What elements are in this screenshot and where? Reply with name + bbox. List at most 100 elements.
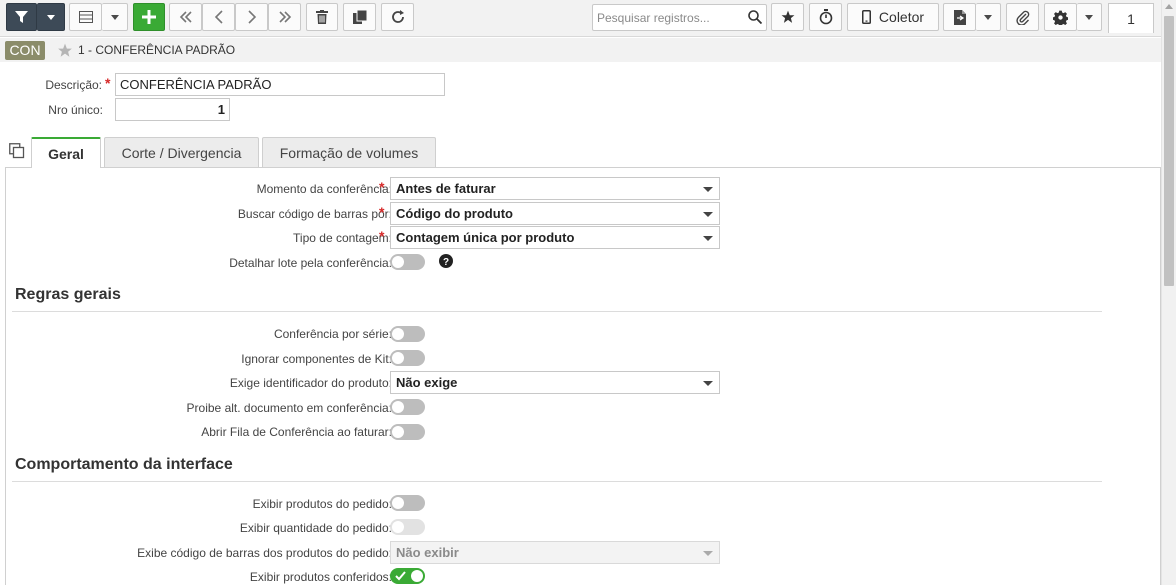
momento-label: Momento da conferência: bbox=[256, 182, 392, 196]
dropdown-arrow-icon bbox=[703, 212, 713, 217]
detalhar-label: Detalhar lote pela conferência: bbox=[229, 256, 392, 270]
filter-button[interactable] bbox=[6, 3, 37, 31]
toggle-knob bbox=[392, 328, 404, 340]
settings-dropdown-button[interactable] bbox=[1077, 3, 1102, 31]
toggle-knob bbox=[392, 426, 404, 438]
chevron-down-icon bbox=[110, 14, 119, 20]
tab-geral[interactable]: Geral bbox=[31, 137, 101, 168]
exibe-cod-barras-label: Exibe código de barras dos produtos do p… bbox=[137, 546, 392, 560]
exibe-cod-barras-select: Não exibir bbox=[390, 541, 720, 564]
coletor-button[interactable]: Coletor bbox=[847, 3, 939, 31]
timer-button[interactable] bbox=[809, 3, 842, 31]
next-record-icon bbox=[247, 10, 256, 24]
proibe-alt-toggle[interactable] bbox=[390, 399, 425, 415]
grid-view-button[interactable] bbox=[69, 3, 102, 31]
document-button[interactable] bbox=[943, 3, 976, 31]
entity-badge: CON bbox=[5, 40, 45, 60]
dropdown-arrow-icon bbox=[703, 187, 713, 192]
add-record-button[interactable] bbox=[133, 3, 165, 31]
paperclip-icon bbox=[1015, 10, 1029, 25]
chevron-down-icon bbox=[984, 14, 992, 20]
record-title: 1 - CONFERÊNCIA PADRÃO bbox=[78, 43, 236, 57]
conf-serie-toggle[interactable] bbox=[390, 326, 425, 342]
dropdown-arrow-icon bbox=[703, 551, 713, 556]
required-marker: * bbox=[105, 75, 111, 91]
document-dropdown-button[interactable] bbox=[976, 3, 1001, 31]
scroll-up-arrow-icon[interactable] bbox=[1165, 4, 1173, 9]
tipo-label: Tipo de contagem: bbox=[293, 231, 392, 245]
exibir-qtd-pedido-toggle bbox=[390, 519, 425, 535]
abrir-fila-toggle[interactable] bbox=[390, 424, 425, 440]
toggle-knob bbox=[392, 256, 404, 268]
attachment-button[interactable] bbox=[1006, 3, 1039, 31]
ignorar-kit-toggle[interactable] bbox=[390, 350, 425, 366]
toggle-knob bbox=[392, 521, 404, 533]
momento-select[interactable]: Antes de faturar bbox=[390, 177, 720, 200]
proibe-alt-label: Proibe alt. documento em conferência: bbox=[186, 401, 392, 415]
duplicate-button[interactable] bbox=[343, 3, 376, 31]
nro-unico-field[interactable] bbox=[115, 98, 230, 121]
buscar-select[interactable]: Código do produto bbox=[390, 202, 720, 225]
required-marker: * bbox=[379, 179, 385, 195]
refresh-button[interactable] bbox=[381, 3, 414, 31]
settings-button[interactable] bbox=[1044, 3, 1077, 31]
vertical-scrollbar[interactable] bbox=[1161, 0, 1176, 585]
exibir-qtd-pedido-label: Exibir quantidade do pedido: bbox=[239, 521, 392, 535]
app-window: Coletor 1 CON 1 - CONFERÊNCIA PADRÃO Des… bbox=[0, 0, 1176, 585]
filter-dropdown-button[interactable] bbox=[37, 3, 65, 31]
abrir-fila-label: Abrir Fila de Conferência ao faturar: bbox=[201, 425, 392, 439]
coletor-label: Coletor bbox=[878, 9, 925, 25]
search-icon[interactable] bbox=[748, 10, 762, 24]
trash-icon bbox=[316, 10, 328, 24]
search-box bbox=[592, 4, 767, 31]
scrollbar-thumb[interactable] bbox=[1164, 16, 1174, 286]
first-record-button[interactable] bbox=[169, 3, 202, 31]
last-record-button[interactable] bbox=[268, 3, 301, 31]
grid-dropdown-button[interactable] bbox=[102, 3, 128, 31]
exige-id-select[interactable]: Não exige bbox=[390, 371, 720, 394]
tab-corte-divergencia[interactable]: Corte / Divergencia bbox=[104, 137, 259, 167]
chevron-down-icon bbox=[46, 14, 55, 20]
previous-record-button[interactable] bbox=[202, 3, 235, 31]
copy-record-icon bbox=[352, 10, 367, 24]
first-record-icon bbox=[179, 11, 192, 23]
exibir-conferidos-toggle[interactable] bbox=[390, 568, 425, 584]
document-icon bbox=[953, 9, 966, 25]
svg-text:?: ? bbox=[443, 257, 449, 268]
page-number[interactable]: 1 bbox=[1108, 3, 1154, 33]
toggle-knob bbox=[392, 401, 404, 413]
star-icon bbox=[781, 10, 794, 23]
section-divider bbox=[12, 481, 1102, 482]
required-marker: * bbox=[379, 204, 385, 220]
detalhar-toggle[interactable] bbox=[390, 254, 425, 270]
refresh-icon bbox=[391, 10, 404, 23]
exibir-prod-pedido-toggle[interactable] bbox=[390, 495, 425, 511]
copy-icon[interactable] bbox=[9, 143, 25, 159]
search-input[interactable] bbox=[593, 5, 743, 30]
phone-icon bbox=[861, 10, 871, 24]
favorite-star-icon[interactable] bbox=[57, 43, 73, 58]
exige-id-label: Exige identificador do produto: bbox=[229, 376, 392, 390]
dropdown-arrow-icon bbox=[703, 236, 713, 241]
chevron-down-icon bbox=[1085, 14, 1093, 20]
descricao-field[interactable] bbox=[115, 73, 445, 96]
favorite-button[interactable] bbox=[771, 3, 804, 31]
tab-formacao-volumes[interactable]: Formação de volumes bbox=[262, 137, 436, 167]
nro-unico-label: Nro único: bbox=[48, 103, 103, 117]
timer-icon bbox=[819, 9, 832, 25]
grid-icon bbox=[78, 11, 93, 23]
gear-icon bbox=[1053, 10, 1068, 25]
filter-icon bbox=[15, 10, 28, 23]
tipo-value: Contagem única por produto bbox=[396, 230, 575, 245]
momento-value: Antes de faturar bbox=[396, 181, 496, 196]
tipo-select[interactable]: Contagem única por produto bbox=[390, 226, 720, 249]
section-title-comportamento: Comportamento da interface bbox=[15, 456, 233, 473]
section-title-regras-gerais: Regras gerais bbox=[15, 286, 121, 303]
record-title-bar: CON 1 - CONFERÊNCIA PADRÃO bbox=[0, 38, 1161, 62]
help-icon[interactable]: ? bbox=[439, 254, 453, 268]
exibir-prod-pedido-label: Exibir produtos do pedido: bbox=[252, 497, 392, 511]
previous-record-icon bbox=[214, 10, 223, 24]
delete-button[interactable] bbox=[306, 3, 338, 31]
buscar-label: Buscar código de barras por: bbox=[237, 207, 392, 221]
next-record-button[interactable] bbox=[235, 3, 268, 31]
